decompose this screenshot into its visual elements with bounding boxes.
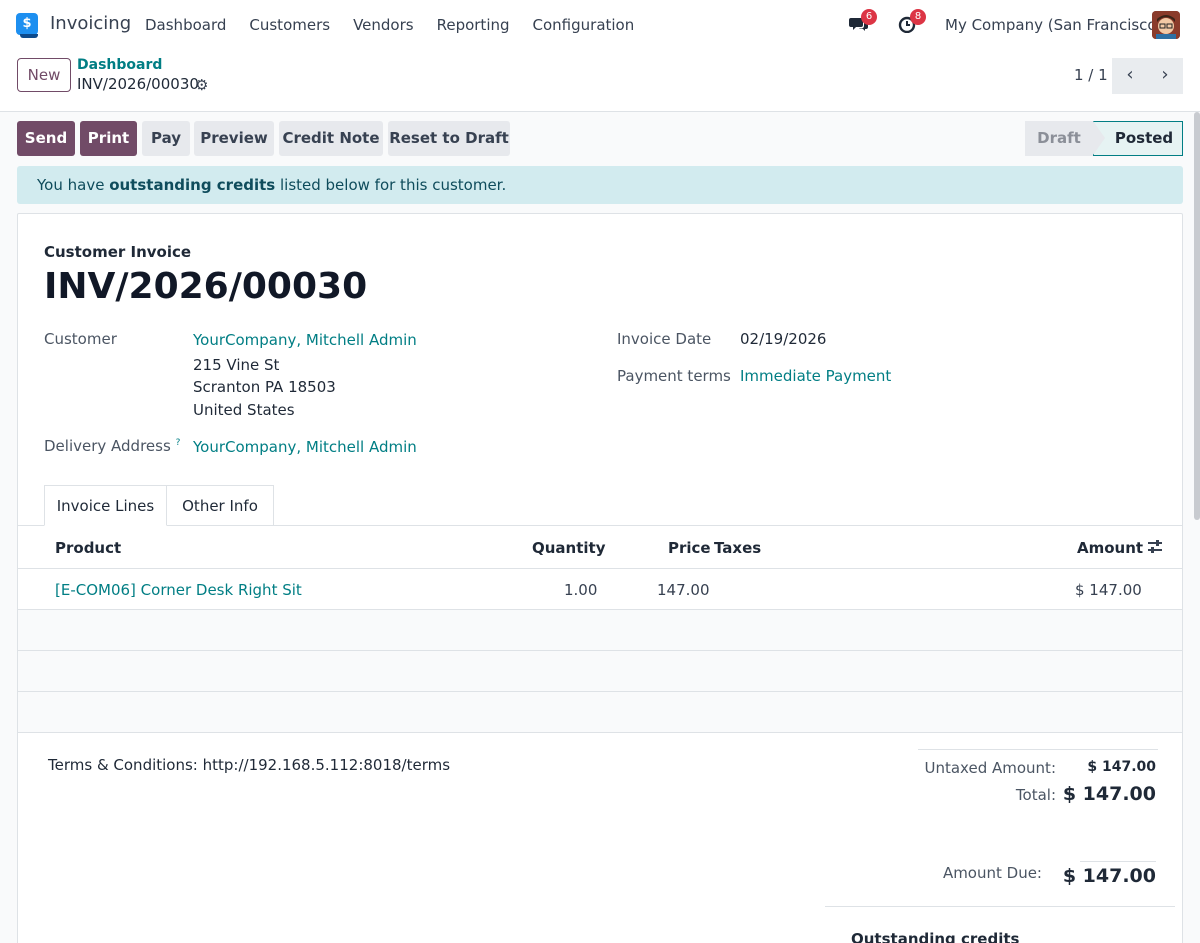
- alert-prefix: You have: [37, 176, 110, 194]
- line-amount: $ 147.00: [1075, 581, 1142, 599]
- reset-to-draft-button[interactable]: Reset to Draft: [388, 121, 510, 156]
- row-divider: [18, 732, 1182, 733]
- untaxed-amount-value: $ 147.00: [1087, 759, 1156, 775]
- activities-button[interactable]: 8: [898, 9, 926, 34]
- breadcrumb-current: INV/2026/00030: [77, 75, 199, 93]
- app-name[interactable]: Invoicing: [50, 13, 131, 34]
- line-quantity[interactable]: 1.00: [564, 581, 597, 599]
- send-button[interactable]: Send: [17, 121, 75, 156]
- customer-label: Customer: [44, 330, 117, 348]
- invoice-date-label: Invoice Date: [617, 330, 712, 348]
- outstanding-credits-heading: Outstanding credits: [851, 930, 1020, 943]
- company-switcher[interactable]: My Company (San Francisco): [945, 16, 1162, 34]
- page-scrollbar[interactable]: [1194, 112, 1200, 520]
- customer-address-line2: Scranton PA 18503: [193, 378, 336, 396]
- new-button[interactable]: New: [17, 58, 71, 92]
- activities-badge: 8: [910, 9, 926, 25]
- status-posted: Posted: [1093, 121, 1183, 156]
- column-price[interactable]: Price: [668, 539, 711, 557]
- tab-invoice-lines[interactable]: Invoice Lines: [44, 485, 167, 526]
- pager-next-button[interactable]: ›: [1147, 58, 1183, 94]
- line-product[interactable]: [E-COM06] Corner Desk Right Sit: [55, 581, 302, 599]
- menu-configuration[interactable]: Configuration: [533, 16, 635, 34]
- invoice-date-value[interactable]: 02/19/2026: [740, 330, 826, 348]
- main-menu: Dashboard Customers Vendors Reporting Co…: [145, 16, 657, 34]
- document-type-label: Customer Invoice: [44, 243, 192, 261]
- column-product[interactable]: Product: [55, 539, 121, 557]
- terms-and-conditions[interactable]: Terms & Conditions: http://192.168.5.112…: [48, 756, 450, 774]
- alert-emphasis: outstanding credits: [109, 176, 276, 194]
- totals-divider: [918, 749, 1158, 750]
- user-avatar-image: [1152, 11, 1180, 39]
- amount-due-divider: [1080, 861, 1156, 862]
- breadcrumb-dashboard[interactable]: Dashboard: [77, 57, 162, 73]
- alert-suffix: listed below for this customer.: [275, 176, 507, 194]
- messages-badge: 6: [861, 9, 877, 25]
- chevron-right-icon: ›: [1161, 64, 1169, 85]
- tab-other-info[interactable]: Other Info: [167, 485, 274, 526]
- column-quantity[interactable]: Quantity: [532, 539, 606, 557]
- gear-icon[interactable]: ⚙: [195, 76, 208, 94]
- status-draft[interactable]: Draft: [1025, 121, 1093, 156]
- credits-divider: [825, 906, 1175, 907]
- amount-due-value: $ 147.00: [1062, 865, 1156, 887]
- customer-link[interactable]: YourCompany, Mitchell Admin: [193, 331, 417, 349]
- help-tooltip-icon[interactable]: ?: [176, 438, 181, 448]
- invoice-number-title: INV/2026/00030: [44, 266, 368, 307]
- payment-terms-label: Payment terms: [617, 367, 731, 385]
- pager-previous-button[interactable]: ‹: [1112, 58, 1148, 94]
- delivery-address-label-text: Delivery Address: [44, 437, 171, 455]
- payment-terms-link[interactable]: Immediate Payment: [740, 367, 891, 385]
- chevron-left-icon: ‹: [1126, 64, 1134, 85]
- amount-due-label: Amount Due:: [942, 864, 1042, 882]
- outstanding-credits-alert: You have outstanding credits listed belo…: [17, 166, 1183, 204]
- print-button[interactable]: Print: [80, 121, 137, 156]
- control-panel: New Dashboard INV/2026/00030 ⚙ 1 / 1 ‹ ›: [0, 49, 1200, 112]
- menu-reporting[interactable]: Reporting: [437, 16, 510, 34]
- user-avatar[interactable]: [1152, 11, 1180, 39]
- top-navbar: $ Invoicing Dashboard Customers Vendors …: [0, 0, 1200, 49]
- header-divider: [18, 568, 1182, 569]
- customer-address-line1: 215 Vine St: [193, 356, 280, 374]
- pay-button[interactable]: Pay: [142, 121, 190, 156]
- menu-customers[interactable]: Customers: [249, 16, 330, 34]
- delivery-address-link[interactable]: YourCompany, Mitchell Admin: [193, 438, 417, 456]
- pager-value[interactable]: 1 / 1: [1074, 66, 1108, 84]
- status-bar: Draft Posted: [1025, 121, 1183, 156]
- empty-row: [18, 610, 1182, 650]
- line-price[interactable]: 147.00: [657, 581, 710, 599]
- empty-row: [18, 692, 1182, 732]
- delivery-address-label: Delivery Address ?: [44, 437, 180, 455]
- preview-button[interactable]: Preview: [194, 121, 274, 156]
- column-taxes[interactable]: Taxes: [714, 539, 761, 557]
- total-value: $ 147.00: [1062, 783, 1156, 805]
- customer-address-line3: United States: [193, 401, 295, 419]
- credit-note-button[interactable]: Credit Note: [279, 121, 383, 156]
- messages-button[interactable]: 6: [849, 9, 877, 33]
- empty-row: [18, 651, 1182, 691]
- untaxed-amount-label: Untaxed Amount:: [924, 759, 1057, 777]
- invoice-form-sheet: Customer Invoice INV/2026/00030 Customer…: [17, 213, 1183, 943]
- menu-vendors[interactable]: Vendors: [353, 16, 414, 34]
- column-settings-icon[interactable]: [1146, 538, 1164, 556]
- invoicing-app-icon[interactable]: $: [16, 13, 38, 38]
- total-label: Total:: [1015, 786, 1056, 804]
- menu-dashboard[interactable]: Dashboard: [145, 16, 226, 34]
- column-amount[interactable]: Amount: [1077, 539, 1143, 557]
